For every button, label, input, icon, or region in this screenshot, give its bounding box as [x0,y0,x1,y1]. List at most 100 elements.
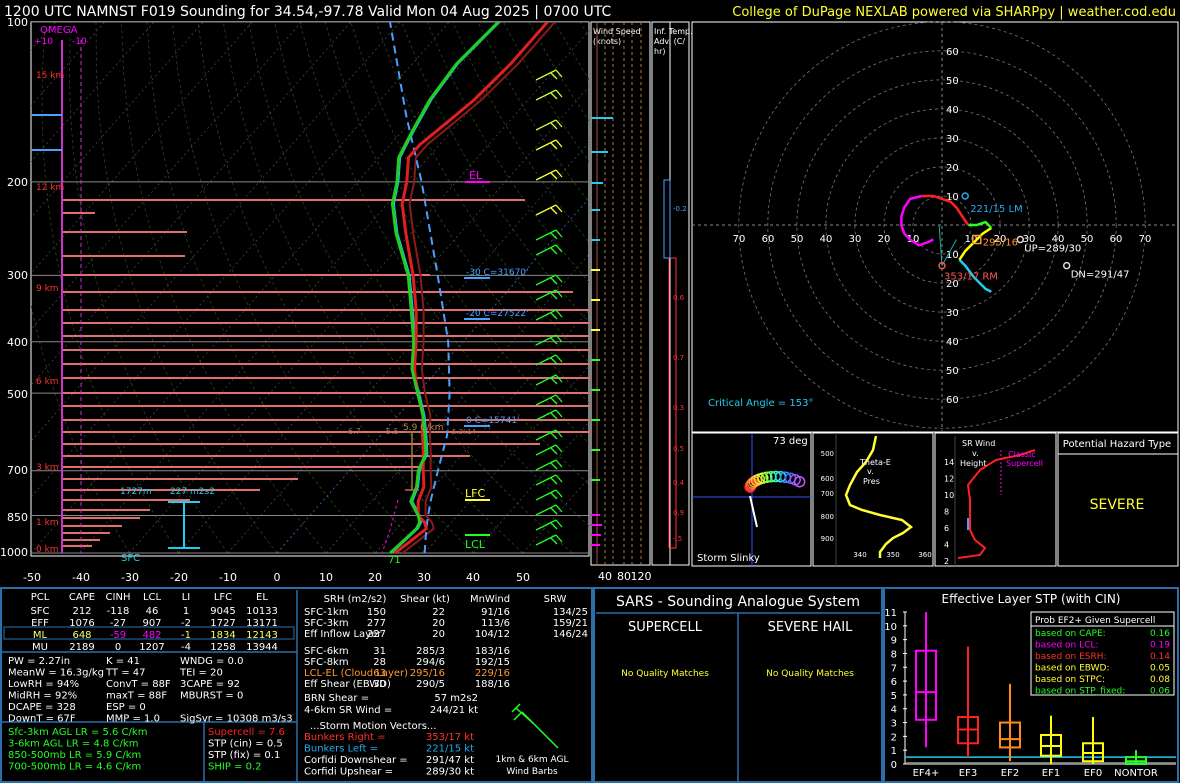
hodo-ring-label: 30 [946,308,959,319]
p-tick-400: 400 [7,336,28,349]
sfc-label: SFC [121,553,140,564]
stp-category: EF3 [959,768,977,779]
hodo-x-label: 60 [762,234,775,245]
kin-value: 91/16 [481,607,510,618]
hodo-x-label: 20 [878,234,891,245]
sars-hail: SEVERE HAIL [768,620,853,635]
kin-value: 20 [432,629,445,640]
pcl-header: LI [182,592,191,603]
barbs-caption: 1km & 6km AGL [496,755,569,765]
theta-p-tick: 600 [821,475,834,483]
omega-title: OMEGA [40,25,78,36]
kin-value: 28 [373,657,386,668]
lm-label: 221/15 LM [970,204,1023,215]
p-tick-300: 300 [7,269,28,282]
index-cell: PW = 2.27in [8,656,70,667]
skewt-frame [30,21,590,557]
kin-value: 63 [373,668,386,679]
sm-label: Bunkers Right = [304,732,386,743]
kin-value: 150 [367,607,386,618]
isotherm [0,22,6,553]
sars-nq-1: No Quality Matches [621,669,709,679]
critical-angle-label: Critical Angle = 153° [708,398,813,409]
t-tick: 20 [368,571,382,584]
kin-header: SRW [544,594,567,605]
adv-value: 0.5 [673,445,684,453]
t-tick: -50 [23,571,41,584]
adv-value: 0.7 [673,354,684,362]
stp-y-tick: 5 [891,691,897,702]
stp-y-tick: 4 [891,705,897,716]
t-tick: 30 [417,571,431,584]
srw-classic: Classic [1008,450,1036,459]
lr-label: 5.9 C/km [403,423,443,433]
stp-y-tick: 0 [891,760,897,771]
stp-category: EF2 [1001,768,1019,779]
slinky-deg: 73 deg [773,436,808,447]
pcl-header: LCL [143,592,162,603]
rm-label: 353/17 RM [944,272,998,283]
kin-value: 22 [432,607,445,618]
lr-small-1: 6.7 [348,427,361,436]
stp-prob-title: Prob EF2+ Given Supercell [1035,616,1155,626]
brn-label: BRN Shear = [304,693,369,704]
theta-x-tick: 350 [886,551,899,559]
barbs-caption-2: Wind Barbs [506,767,558,777]
index-cell: MBURST = 0 [180,691,243,702]
index-cell: MeanW = 16.3g/kg [8,668,104,679]
kin-value: 227 [367,629,386,640]
index-cell: SigSvr = 10308 m3/s3 [180,714,293,725]
t-tick: 10 [319,571,333,584]
index-cell: maxT = 88F [106,691,167,702]
sars-title: SARS - Sounding Analogue System [616,594,860,610]
adv-value: -0.2 [673,205,687,213]
index-cell: ESP = 0 [106,702,146,713]
lapse-block: Sfc-3km AGL LR = 5.6 C/km3-6km AGL LR = … [8,727,147,773]
storm-motion-vectors: Bunkers Right = 353/17 kt Bunkers Left = 22… [304,732,474,778]
t-tick: 50 [516,571,530,584]
stp-y-tick: 8 [891,649,897,660]
pcl-header: LFC [214,592,232,603]
parcel-cell: 1 [183,606,189,617]
index-cell: ConvT = 88F [106,679,171,690]
index-cell: K = 41 [106,656,140,667]
stp-prob-value: 0.19 [1150,641,1170,651]
lcl-label: LCL [465,538,486,551]
pcl-header: PCL [31,592,50,603]
theta-p-tick: 900 [821,535,834,543]
hazard-title: Potential Hazard Type [1063,439,1171,450]
sm-value: 291/47 kt [426,755,474,766]
p-tick-1000: 1000 [0,546,28,559]
lfc-label: LFC [465,487,485,500]
kin-value: 134/25 [553,607,588,618]
dn-label: DN=291/47 [1071,270,1130,281]
stp-prob-value: 0.16 [1150,629,1170,639]
p-tick-850: 850 [7,511,28,524]
m30-label: -30 C=31670' [466,268,529,278]
wspd-tick: 80 [617,570,631,583]
lr-small-3: 5.3k14 [452,428,477,436]
hodo-ring-label: 60 [946,395,959,406]
height-0km: 0 km [36,545,59,555]
adv-value: 0.4 [673,479,685,487]
hodo-x-label: 60 [1110,234,1123,245]
wspd-tick: 120 [631,570,652,583]
parcel-cell: 2189 [69,642,94,653]
srw-supercell: Supercell [1006,459,1043,468]
hodo-x-label: 50 [791,234,804,245]
srw-h-tick: 8 [944,508,949,517]
sars-nq-2: No Quality Matches [766,669,854,679]
stp-prob-value: 0.08 [1150,675,1170,685]
t-tick: -40 [72,571,90,584]
sm-value: 221/15 kt [426,744,474,755]
hodo-ring-label: 30 [946,134,959,145]
sfc-temp-label: 71 [388,555,401,566]
kin-value: 183/16 [475,646,510,657]
kin-header: Shear (kt) [400,594,450,605]
sm-label: Corfidi Downshear = [304,755,408,766]
srw-h-tick: 4 [944,541,949,550]
stp-y-tick: 9 [891,636,897,647]
mean-label: 295/16 [983,238,1018,249]
kin-value: 20 [432,618,445,629]
eff-srh-label: 227 m2s2 [170,487,215,497]
